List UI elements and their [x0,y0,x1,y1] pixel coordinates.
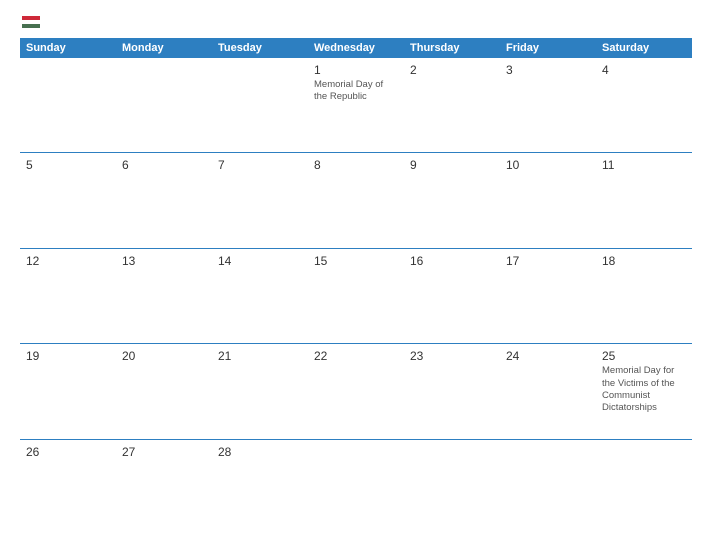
calendar-cell [596,440,692,534]
day-number: 18 [602,254,686,268]
day-number: 16 [410,254,494,268]
calendar-page: SundayMondayTuesdayWednesdayThursdayFrid… [0,0,712,550]
calendar-cell: 8 [308,153,404,247]
day-number: 9 [410,158,494,172]
logo-flag-icon [22,16,40,28]
day-number: 1 [314,63,398,77]
day-number: 19 [26,349,110,363]
day-number: 25 [602,349,686,363]
day-of-week-header: Thursday [404,38,500,58]
calendar-body: 1Memorial Day of the Republic23456789101… [20,58,692,534]
calendar-cell [404,440,500,534]
day-number: 5 [26,158,110,172]
calendar-week: 56789 10 11 [20,153,692,248]
day-number: 28 [218,445,302,459]
day-number: 27 [122,445,206,459]
day-number: 7 [218,158,302,172]
calendar-cell: 23 [404,344,500,438]
calendar-header: SundayMondayTuesdayWednesdayThursdayFrid… [20,38,692,58]
logo [20,16,40,28]
calendar-cell: 12 [20,249,116,343]
day-number: 13 [122,254,206,268]
day-number: 11 [602,158,686,172]
calendar-cell: 19 [20,344,116,438]
day-number: 21 [218,349,302,363]
day-of-week-header: Friday [500,38,596,58]
calendar-cell: 6 [116,153,212,247]
calendar-cell: 14 [212,249,308,343]
calendar-week: 1 Memorial Day of the Republic 234 [20,58,692,153]
calendar-cell [116,58,212,152]
day-number: 3 [506,63,590,77]
day-number: 8 [314,158,398,172]
calendar-cell: 16 [404,249,500,343]
calendar-cell: 25 Memorial Day for the Victims of the Co… [596,344,692,438]
calendar-cell: 18 [596,249,692,343]
day-number: 4 [602,63,686,77]
calendar-cell: 10 [500,153,596,247]
calendar-cell: 26 [20,440,116,534]
calendar-week: 19 20 21 22 23 24 25 Memorial Day for the Victi… [20,344,692,439]
calendar-cell [500,440,596,534]
calendar-cell: 4 [596,58,692,152]
calendar-cell: 15 [308,249,404,343]
calendar-cell: 24 [500,344,596,438]
calendar-event: Memorial Day for the Victims of the Comm… [602,365,686,414]
day-of-week-header: Wednesday [308,38,404,58]
calendar-week: 12 13 14 15 16 17 18 [20,249,692,344]
day-number: 17 [506,254,590,268]
day-number: 24 [506,349,590,363]
calendar-cell: 22 [308,344,404,438]
day-number: 6 [122,158,206,172]
calendar-cell: 21 [212,344,308,438]
calendar-cell [308,440,404,534]
day-number: 10 [506,158,590,172]
calendar-cell: 7 [212,153,308,247]
day-number: 2 [410,63,494,77]
day-number: 14 [218,254,302,268]
calendar-cell: 9 [404,153,500,247]
day-number: 15 [314,254,398,268]
calendar-cell: 3 [500,58,596,152]
calendar-cell: 1 Memorial Day of the Republic [308,58,404,152]
calendar-cell: 11 [596,153,692,247]
day-number: 22 [314,349,398,363]
day-of-week-header: Monday [116,38,212,58]
calendar-week: 26 27 28 [20,440,692,534]
day-of-week-header: Sunday [20,38,116,58]
calendar-cell [212,58,308,152]
calendar-cell: 28 [212,440,308,534]
calendar-cell [20,58,116,152]
calendar-cell: 27 [116,440,212,534]
day-number: 23 [410,349,494,363]
day-number: 12 [26,254,110,268]
calendar: SundayMondayTuesdayWednesdayThursdayFrid… [20,38,692,534]
day-number: 26 [26,445,110,459]
calendar-cell: 13 [116,249,212,343]
calendar-cell: 5 [20,153,116,247]
calendar-event: Memorial Day of the Republic [314,79,398,104]
calendar-cell: 2 [404,58,500,152]
day-of-week-header: Saturday [596,38,692,58]
day-of-week-header: Tuesday [212,38,308,58]
day-number: 20 [122,349,206,363]
calendar-cell: 20 [116,344,212,438]
header [20,16,692,28]
calendar-cell: 17 [500,249,596,343]
